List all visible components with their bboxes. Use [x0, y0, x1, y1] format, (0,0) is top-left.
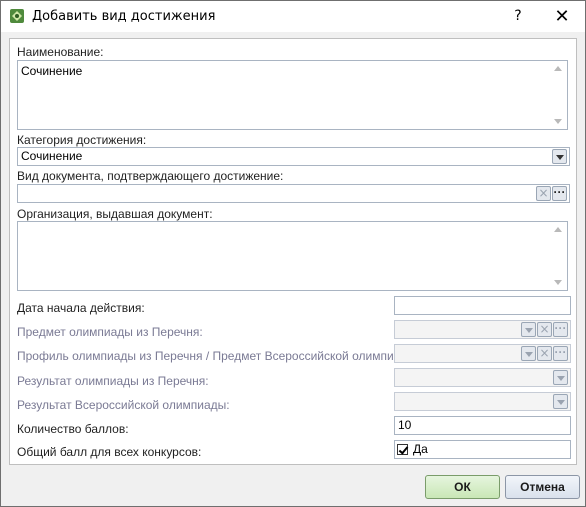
category-value: Сочинение — [21, 149, 83, 163]
cancel-button[interactable]: Отмена — [505, 475, 580, 499]
org-textarea[interactable] — [17, 221, 568, 291]
points-field[interactable]: 10 — [394, 416, 571, 435]
chevron-down-icon — [521, 322, 536, 337]
scroll-up-icon[interactable] — [554, 227, 562, 232]
total-score-checkbox-field[interactable]: Да — [394, 440, 571, 459]
points-label: Количество баллов: — [17, 422, 129, 436]
olymp-profile-field — [394, 344, 571, 363]
ellipsis-icon[interactable] — [552, 184, 567, 201]
help-icon[interactable]: ? — [495, 1, 541, 32]
clear-icon[interactable] — [536, 185, 551, 202]
olymp-result-select — [394, 368, 571, 387]
total-score-label: Общий балл для всех конкурсов: — [17, 445, 202, 459]
vseros-result-label: Результат Всероссийской олимпиады: — [17, 398, 230, 412]
olymp-subject-field — [394, 320, 571, 339]
org-scrollbar[interactable] — [551, 222, 567, 290]
name-textarea[interactable]: Сочинение — [17, 60, 568, 130]
points-value: 10 — [398, 418, 412, 432]
scroll-up-icon[interactable] — [554, 66, 562, 71]
start-date-label: Дата начала действия: — [17, 301, 145, 315]
scroll-down-icon[interactable] — [554, 119, 562, 124]
doc-type-field[interactable] — [17, 184, 570, 203]
clear-icon — [537, 345, 552, 362]
category-select[interactable]: Сочинение — [17, 147, 570, 166]
clear-icon — [537, 321, 552, 338]
category-label: Категория достижения: — [17, 133, 147, 147]
chevron-down-icon — [553, 394, 568, 409]
total-score-text: Да — [413, 442, 428, 456]
olymp-subject-label: Предмет олимпиады из Перечня: — [17, 325, 203, 339]
olymp-profile-label: Профиль олимпиады из Перечня / Предмет В… — [17, 349, 420, 363]
form-panel: Наименование: Сочинение Категория достиж… — [9, 38, 577, 465]
ellipsis-icon — [553, 344, 568, 361]
name-value: Сочинение — [21, 64, 83, 78]
app-icon — [10, 9, 24, 23]
check-icon[interactable] — [397, 444, 408, 455]
window-title: Добавить вид достижения — [32, 9, 216, 24]
chevron-down-icon — [521, 346, 536, 361]
org-label: Организация, выдавшая документ: — [17, 207, 213, 221]
title-bar: Добавить вид достижения ? ✕ — [1, 1, 585, 32]
name-scrollbar[interactable] — [551, 61, 567, 129]
ellipsis-icon — [553, 320, 568, 337]
olymp-result-label: Результат олимпиады из Перечня: — [17, 374, 209, 388]
close-icon[interactable]: ✕ — [539, 1, 585, 32]
ok-button[interactable]: ОК — [425, 475, 500, 499]
start-date-field[interactable] — [394, 296, 571, 315]
vseros-result-select — [394, 392, 571, 411]
name-label: Наименование: — [17, 45, 104, 59]
scroll-down-icon[interactable] — [554, 280, 562, 285]
chevron-down-icon — [553, 370, 568, 385]
chevron-down-icon[interactable] — [552, 149, 567, 164]
doc-type-label: Вид документа, подтверждающего достижени… — [17, 169, 284, 183]
dialog-window: Добавить вид достижения ? ✕ Наименование… — [0, 0, 586, 507]
